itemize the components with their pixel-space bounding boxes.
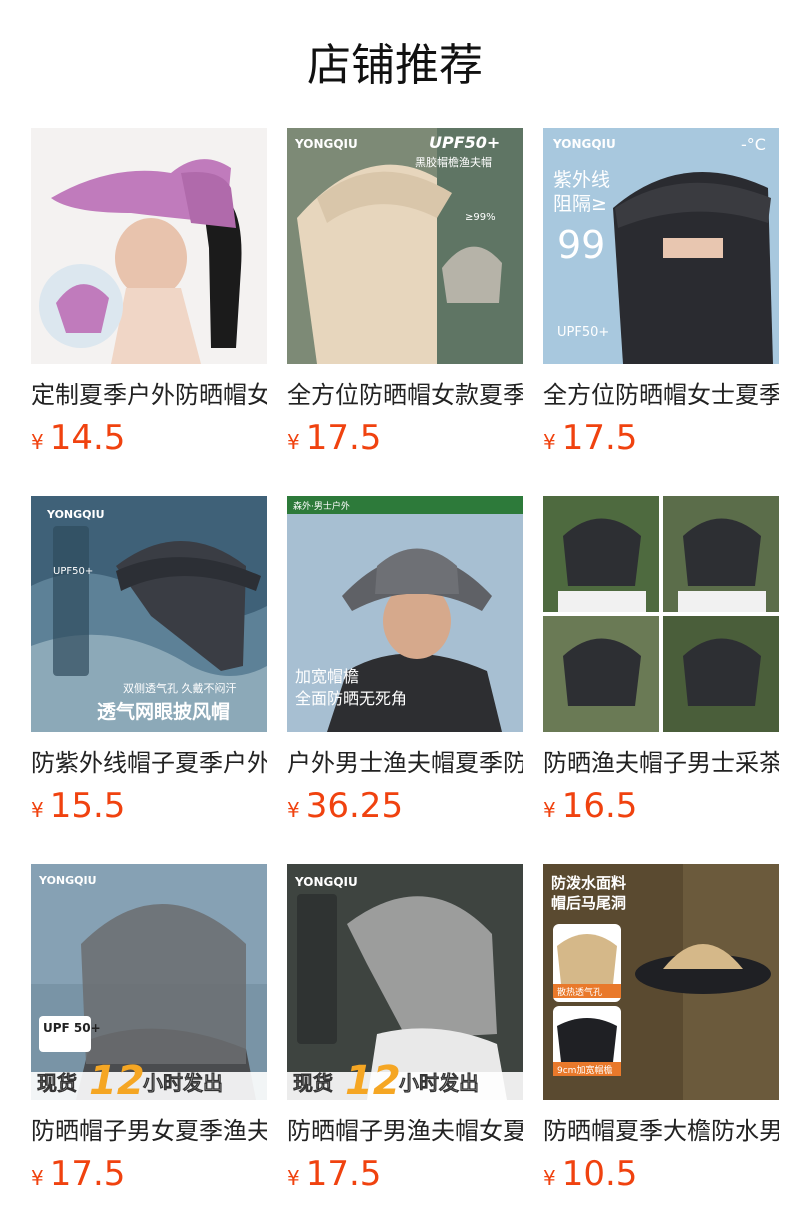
product-price: ¥17.5 [31,1154,125,1194]
product-image[interactable] [31,128,267,364]
currency-symbol: ¥ [31,1166,44,1190]
product-name[interactable]: 防晒帽夏季大檐防水男 [543,1114,779,1148]
product-image[interactable]: YONGQIU UPF 50+ 现货 12 小时发出 [31,864,267,1100]
product-image[interactable]: 防泼水面料 帽后马尾洞 散热透气孔 9cm加宽帽檐 [543,864,779,1100]
currency-symbol: ¥ [543,1166,556,1190]
product-image[interactable]: YONGQIU UPF50+ 黑胶帽檐渔夫帽 ≥99% [287,128,523,364]
image-text: ≥99% [465,212,496,223]
image-text: 加宽帽檐 [295,667,359,686]
image-text: 散热透气孔 [557,986,602,998]
product-price: ¥17.5 [287,418,381,458]
product-card[interactable]: 森外·男士户外 加宽帽檐 全面防晒无死角 户外男士渔夫帽夏季防 ¥36.25 [287,496,523,826]
price-amount: 10.5 [561,1154,638,1194]
product-price: ¥16.5 [543,786,637,826]
product-card[interactable]: YONGQIU UPF50+ 双侧透气孔 久戴不闷汗 透气网眼披风帽 防紫外线帽… [31,496,267,826]
product-image[interactable]: YONGQIU UPF50+ 双侧透气孔 久戴不闷汗 透气网眼披风帽 [31,496,267,732]
image-text: 森外·男士户外 [293,500,350,512]
image-text: 帽后马尾洞 [551,894,626,912]
image-text: 现货 [37,1071,77,1095]
price-amount: 36.25 [305,786,404,826]
image-text: UPF 50+ [43,1021,101,1035]
price-amount: 17.5 [305,1154,382,1194]
image-text: UPF50+ [429,133,500,152]
price-amount: 16.5 [561,786,638,826]
product-name[interactable]: 防晒帽子男渔夫帽女夏 [287,1114,523,1148]
product-card[interactable]: YONGQIU UPF50+ 黑胶帽檐渔夫帽 ≥99% 全方位防晒帽女款夏季 ¥… [287,128,523,458]
currency-symbol: ¥ [287,1166,300,1190]
product-name[interactable]: 户外男士渔夫帽夏季防 [287,746,523,780]
product-name[interactable]: 防晒渔夫帽子男士采茶 [543,746,779,780]
product-image[interactable]: YONGQIU -°C 紫外线 阻隔≥ 99 UPF50+ [543,128,779,364]
product-price: ¥17.5 [543,418,637,458]
product-image[interactable] [543,496,779,732]
currency-symbol: ¥ [31,798,44,822]
product-card[interactable]: YONGQIU -°C 紫外线 阻隔≥ 99 UPF50+ 全方位防晒帽女士夏季… [543,128,779,458]
section-title: 店铺推荐 [307,40,483,91]
product-name[interactable]: 全方位防晒帽女款夏季 [287,378,523,412]
product-card[interactable]: 定制夏季户外防晒帽女 ¥14.5 [31,128,267,458]
price-amount: 14.5 [49,418,126,458]
price-amount: 15.5 [49,786,126,826]
product-card[interactable]: YONGQIU 现货 12 小时发出 防晒帽子男渔夫帽女夏 ¥17.5 [287,864,523,1194]
price-amount: 17.5 [561,418,638,458]
currency-symbol: ¥ [31,430,44,454]
currency-symbol: ¥ [543,798,556,822]
product-name[interactable]: 防晒帽子男女夏季渔夫 [31,1114,267,1148]
price-amount: 17.5 [49,1154,126,1194]
currency-symbol: ¥ [287,430,300,454]
image-text: YONGQIU [38,874,97,887]
image-text: 防泼水面料 [551,874,626,892]
product-price: ¥15.5 [31,786,125,826]
image-text: 12 [345,1058,401,1100]
image-text: 12 [89,1058,145,1100]
product-card[interactable]: 防泼水面料 帽后马尾洞 散热透气孔 9cm加宽帽檐 防晒帽夏季大檐防水男 ¥10… [543,864,779,1194]
image-text: 双侧透气孔 久戴不闷汗 [123,681,237,695]
currency-symbol: ¥ [543,430,556,454]
image-text: 9cm加宽帽檐 [557,1064,612,1076]
image-text: 透气网眼披风帽 [97,700,230,723]
image-text: YONGQIU [552,137,616,151]
image-text: YONGQIU [46,508,105,521]
image-text: -°C [741,135,766,154]
product-price: ¥10.5 [543,1154,637,1194]
product-name[interactable]: 防紫外线帽子夏季户外 [31,746,267,780]
image-text: UPF50+ [557,325,609,340]
product-card[interactable]: YONGQIU UPF 50+ 现货 12 小时发出 防晒帽子男女夏季渔夫 ¥1… [31,864,267,1194]
image-text: 小时发出 [143,1071,223,1095]
image-text: 现货 [293,1071,333,1095]
product-price: ¥36.25 [287,786,403,826]
price-amount: 17.5 [305,418,382,458]
image-text: 紫外线 [553,169,610,191]
product-image[interactable]: YONGQIU 现货 12 小时发出 [287,864,523,1100]
image-text: 小时发出 [399,1071,479,1095]
currency-symbol: ¥ [287,798,300,822]
image-text: 全面防晒无死角 [295,689,407,708]
image-text: 99 [557,223,605,267]
image-text: UPF50+ [53,566,93,577]
image-text: 黑胶帽檐渔夫帽 [415,155,492,169]
product-price: ¥14.5 [31,418,125,458]
product-card[interactable]: 防晒渔夫帽子男士采茶 ¥16.5 [543,496,779,826]
image-text: 阻隔≥ [553,193,607,215]
product-name[interactable]: 全方位防晒帽女士夏季 [543,378,779,412]
product-name[interactable]: 定制夏季户外防晒帽女 [31,378,267,412]
image-text: YONGQIU [294,875,358,889]
product-image[interactable]: 森外·男士户外 加宽帽檐 全面防晒无死角 [287,496,523,732]
product-price: ¥17.5 [287,1154,381,1194]
image-text: YONGQIU [294,137,358,151]
